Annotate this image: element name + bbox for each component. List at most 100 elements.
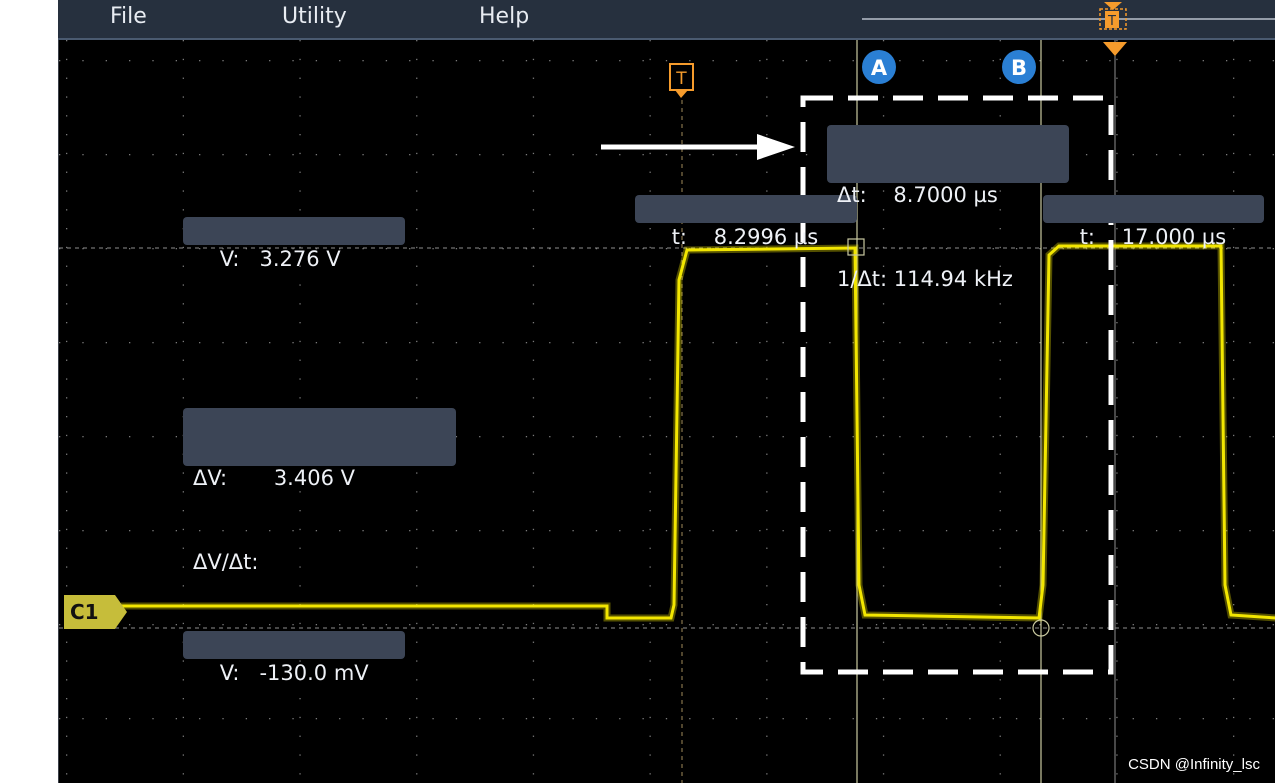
- graticule-dot: [416, 359, 418, 361]
- graticule-dot: [182, 679, 184, 681]
- graticule-dot: [649, 171, 651, 173]
- cursor-b-time-readout[interactable]: t: 17.000 µs: [1043, 195, 1264, 249]
- graticule-dot: [416, 322, 418, 324]
- graticule-dot: [1179, 718, 1181, 720]
- graticule-dot: [532, 58, 535, 61]
- graticule-dot: [182, 510, 184, 512]
- graticule-dot: [152, 342, 154, 344]
- graticule-dot: [969, 60, 971, 62]
- graticule-dot: [999, 77, 1001, 79]
- graticule-dot: [649, 322, 651, 324]
- graticule-dot: [532, 547, 535, 549]
- cursor-b-time-value: t: 17.000 µs: [1079, 225, 1227, 249]
- graticule-dot: [1132, 436, 1134, 438]
- cursor-a-badge[interactable]: A: [862, 50, 896, 84]
- graticule-dot: [182, 96, 184, 98]
- graticule-dot: [1272, 624, 1274, 626]
- graticule-dot: [66, 716, 68, 719]
- graticule-dot: [782, 436, 784, 438]
- graticule-dot: [805, 624, 808, 626]
- graticule-dot: [712, 154, 714, 156]
- graticule-dot: [299, 96, 301, 98]
- graticule-dot: [1155, 530, 1158, 532]
- graticule-dot: [882, 622, 885, 625]
- graticule-dot: [455, 624, 458, 626]
- graticule-dot: [649, 510, 651, 512]
- graticule-dot: [339, 342, 341, 344]
- graticule-dot: [1062, 436, 1064, 438]
- graticule-dot: [759, 624, 761, 626]
- delta-time-readout[interactable]: Δt: 8.7000 µs 1/Δt: 114.94 kHz: [827, 125, 1069, 291]
- delta-v-value: ΔV: 3.406 V: [193, 466, 355, 490]
- graticule-dot: [129, 60, 131, 62]
- graticule-dot: [175, 718, 177, 720]
- cursor-b-badge[interactable]: B: [1002, 50, 1036, 84]
- graticule-dot: [999, 397, 1001, 399]
- graticule-dot: [549, 624, 551, 626]
- graticule-dot: [199, 718, 201, 720]
- graticule-dot: [175, 60, 177, 62]
- graticule-dot: [642, 342, 644, 344]
- graticule-dot: [1202, 342, 1204, 344]
- graticule-dot: [409, 248, 411, 250]
- graticule-dot: [649, 622, 651, 625]
- graticule-dot: [1179, 342, 1181, 344]
- cursor-a-time-readout[interactable]: t: 8.2996 µs: [635, 195, 857, 249]
- graticule-dot: [66, 547, 68, 549]
- graticule-dot: [532, 397, 535, 399]
- voltage-low-readout[interactable]: V: -130.0 mV: [183, 631, 405, 685]
- graticule-dot: [525, 436, 528, 438]
- graticule-dot: [416, 754, 418, 756]
- graticule-dot: [1233, 397, 1235, 399]
- graticule-dot: [712, 342, 714, 344]
- graticule-dot: [182, 528, 184, 531]
- graticule-dot: [532, 416, 535, 418]
- voltage-high-readout[interactable]: V: 3.276 V: [183, 217, 405, 271]
- graticule-dot: [999, 622, 1001, 625]
- graticule-dot: [1233, 416, 1235, 418]
- graticule-dot: [1233, 40, 1235, 42]
- graticule-dot: [182, 58, 184, 61]
- graticule-dot: [1062, 530, 1064, 532]
- graticule-dot: [292, 60, 294, 62]
- graticule-dot: [1116, 378, 1118, 380]
- graticule-dot: [689, 154, 691, 156]
- graticule-dot: [1272, 154, 1274, 156]
- delta-voltage-readout[interactable]: ΔV: 3.406 V ΔV/Δt:: [183, 408, 456, 574]
- graticule-dot: [882, 397, 885, 399]
- graticule-dot: [182, 303, 184, 305]
- graticule-dot: [532, 284, 535, 286]
- graticule-dot: [1249, 154, 1251, 156]
- graticule-dot: [875, 624, 878, 626]
- graticule-dot: [759, 436, 761, 438]
- waveform-display[interactable]: T A B C1 V: 3.276 V V: -130.0 mV ΔV: 3.4…: [58, 40, 1275, 783]
- graticule-dot: [416, 40, 418, 42]
- graticule-dot: [59, 60, 61, 62]
- graticule-dot: [82, 436, 84, 438]
- graticule-dot: [882, 547, 885, 549]
- graticule-dot: [1249, 342, 1251, 344]
- graticule-dot: [416, 735, 418, 737]
- graticule-dot: [1116, 171, 1118, 173]
- graticule-dot: [712, 624, 714, 626]
- graticule-dot: [805, 60, 808, 62]
- graticule-dot: [1116, 359, 1118, 361]
- graticule-dot: [945, 60, 948, 62]
- delta-v-dt-value: ΔV/Δt:: [193, 550, 259, 574]
- graticule-dot: [619, 60, 621, 62]
- graticule-dot: [665, 718, 668, 720]
- trigger-marker-icon[interactable]: T: [669, 63, 694, 98]
- graticule-dot: [1116, 754, 1118, 756]
- graticule-dot: [992, 60, 994, 62]
- graticule-dot: [182, 622, 184, 625]
- graticule-dot: [416, 190, 418, 192]
- trigger-position-bar[interactable]: T: [58, 0, 1275, 38]
- graticule-dot: [649, 397, 651, 399]
- graticule-dot: [66, 40, 68, 42]
- graticule-dot: [182, 190, 184, 192]
- graticule-dot: [292, 154, 294, 156]
- graticule-dot: [182, 585, 184, 587]
- graticule-dot: [649, 96, 651, 98]
- graticule-dot: [1116, 58, 1118, 61]
- graticule-dot: [1116, 735, 1118, 737]
